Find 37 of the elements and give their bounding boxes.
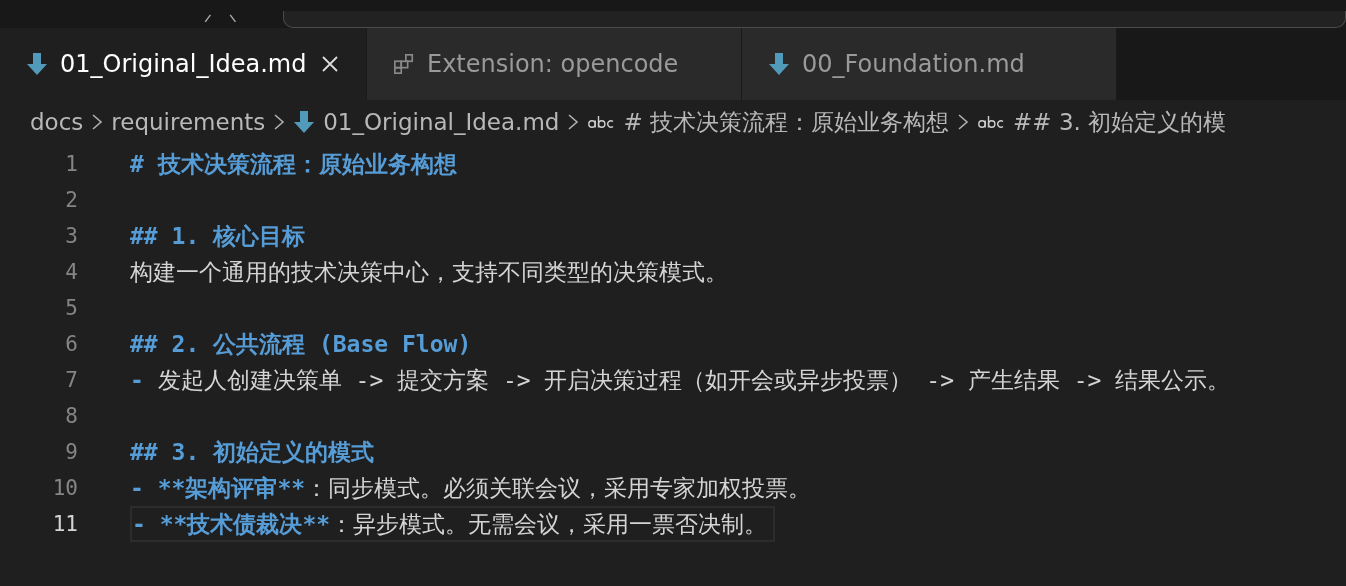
arrow-down-icon — [293, 110, 316, 134]
chevron-right-icon — [91, 112, 104, 132]
line-number: 10 — [51, 476, 78, 500]
line-number: 4 — [64, 260, 78, 284]
chevron-right-icon — [567, 112, 580, 132]
code-line: ## 2. 公共流程 (Base Flow) — [130, 329, 473, 359]
line-number: 3 — [64, 224, 78, 248]
editor-tab[interactable]: Extension: opencode — [367, 28, 742, 100]
code-line: ## 3. 初始定义的模式 — [130, 437, 376, 467]
abc-icon — [587, 115, 616, 129]
chevron-right-icon — [957, 112, 970, 132]
chevron-right-icon — [273, 112, 286, 132]
editor-tab[interactable]: 01_Original_Idea.md — [0, 28, 367, 100]
code-line: ## 1. 核心目标 — [130, 221, 307, 251]
line-number: 8 — [64, 404, 78, 428]
extensions-icon — [393, 52, 415, 76]
code-line: - 发起人创建决策单 -> 提交方案 -> 开启决策过程（如开会或异步投票） -> 产生结果 -> 结果公示。 — [130, 365, 1232, 395]
breadcrumb-item[interactable]: requirements — [111, 109, 266, 135]
line-number: 2 — [64, 188, 78, 212]
arrow-down-icon — [768, 52, 790, 76]
line-number: 6 — [64, 332, 78, 356]
line-number: 7 — [64, 368, 78, 392]
line-number: 9 — [64, 440, 78, 464]
breadcrumb-item[interactable]: ## 3. 初始定义的模 — [1013, 106, 1227, 138]
line-number: 1 — [64, 152, 78, 176]
breadcrumb-item[interactable]: 01_Original_Idea.md — [323, 109, 560, 135]
line-number: 5 — [64, 296, 78, 320]
editor-tab[interactable]: 00_Foundation.md — [742, 28, 1117, 100]
abc-icon — [977, 115, 1006, 129]
breadcrumb-item[interactable]: docs — [30, 109, 84, 135]
line-number: 11 — [51, 512, 78, 536]
code-line: # 技术决策流程：原始业务构想 — [130, 149, 458, 179]
arrow-down-icon — [26, 52, 48, 76]
close-icon[interactable] — [320, 54, 340, 74]
code-line: 构建一个通用的技术决策中心，支持不同类型的决策模式。 — [130, 257, 729, 287]
breadcrumb-item[interactable]: # 技术决策流程：原始业务构想 — [623, 106, 950, 138]
code-line: - **架构评审**：同步模式。必须关联会议，采用专家加权投票。 — [130, 473, 813, 503]
